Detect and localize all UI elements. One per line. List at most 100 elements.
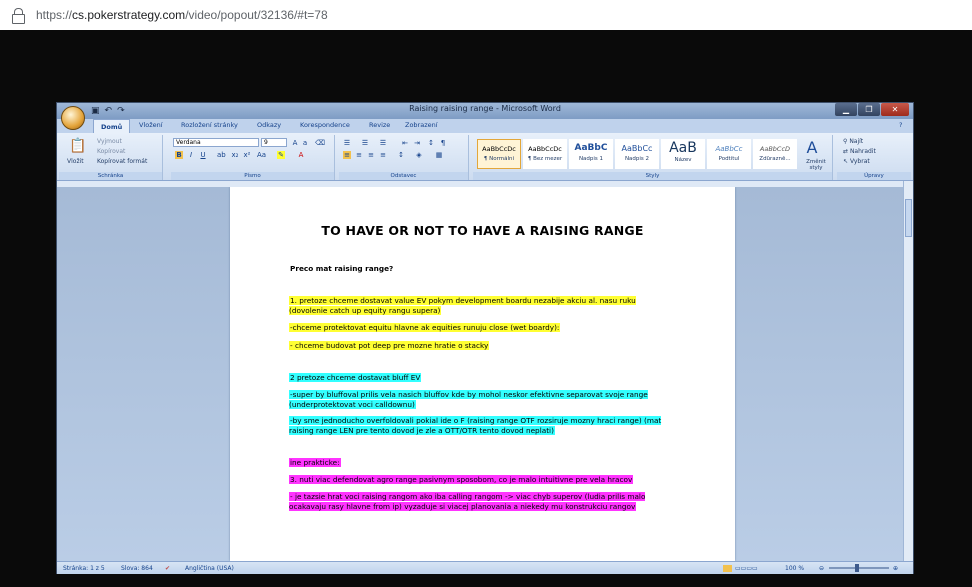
- close-button[interactable]: ✕: [881, 103, 909, 116]
- document-heading: Preco mat raising range?: [290, 264, 394, 273]
- paragraph: - chceme budovat pot deep pre mozne hrat…: [289, 341, 490, 350]
- select-button[interactable]: ↖ Vybrat: [843, 158, 870, 165]
- tab-mailings[interactable]: Korespondence: [300, 121, 350, 129]
- superscript-icon[interactable]: x²: [243, 151, 251, 159]
- language[interactable]: Angličtina (USA): [185, 565, 234, 572]
- tab-review[interactable]: Revize: [369, 121, 390, 129]
- document-workspace: TO HAVE OR NOT TO HAVE A RAISING RANGE P…: [57, 187, 903, 561]
- document-page[interactable]: TO HAVE OR NOT TO HAVE A RAISING RANGE P…: [230, 187, 735, 561]
- zoom-in-icon[interactable]: ⊕: [893, 565, 898, 572]
- justify-icon[interactable]: ≡: [379, 151, 387, 159]
- bold-button[interactable]: B: [175, 151, 183, 159]
- paragraph: ine prakticke:: [289, 458, 341, 467]
- tab-home[interactable]: Domů: [93, 119, 131, 133]
- address-bar[interactable]: https://cs.pokerstrategy.com/video/popou…: [0, 0, 972, 30]
- group-editing: ⚲ Najít ⇄ Nahradit ↖ Vybrat Úpravy: [837, 135, 911, 180]
- subscript-icon[interactable]: x₂: [231, 151, 239, 159]
- font-color-icon[interactable]: A: [297, 151, 305, 159]
- tab-insert[interactable]: Vložení: [139, 121, 163, 129]
- shrink-font-icon[interactable]: a: [301, 139, 309, 147]
- find-button[interactable]: ⚲ Najít: [843, 138, 863, 145]
- group-label: Úpravy: [837, 172, 911, 180]
- maximize-button[interactable]: ❐: [858, 103, 880, 116]
- highlight-icon[interactable]: ✎: [277, 151, 285, 159]
- group-font: Verdana 9 A a ⌫ B I U ab x₂ x² Aa ✎ A Pí…: [171, 135, 335, 180]
- cursor-icon: ↖: [843, 158, 850, 165]
- paste-icon[interactable]: 📋: [69, 138, 86, 154]
- paragraph: 2 pretoze chceme dostavat bluff EV: [289, 373, 422, 382]
- style-heading-1[interactable]: AaBbC Nadpis 1: [569, 139, 613, 169]
- cut-button[interactable]: Vyjmout: [97, 138, 122, 145]
- numbering-icon[interactable]: ☰: [361, 139, 369, 147]
- minimize-button[interactable]: ▁: [835, 103, 857, 116]
- paragraph: 1. pretoze chceme dostavat value EV poky…: [289, 296, 636, 315]
- group-paragraph: ☰ ☰ ☰ ⇤ ⇥ ↕ ¶ ≡ ≡ ≡ ≡ ↕ ◈ ▦ Odstavec: [339, 135, 469, 180]
- tab-page-layout[interactable]: Rozložení stránky: [181, 121, 238, 129]
- group-clipboard: 📋 Vložit Vyjmout Kopírovat Kopírovat for…: [59, 135, 163, 180]
- style-subtitle[interactable]: AaBbCc Podtitul: [707, 139, 751, 169]
- grow-font-icon[interactable]: A: [291, 139, 299, 147]
- clear-format-icon[interactable]: ⌫: [315, 139, 325, 147]
- shading-icon[interactable]: ◈: [415, 151, 423, 159]
- style-no-spacing[interactable]: AaBbCcDc ¶ Bez mezer: [523, 139, 567, 169]
- italic-button[interactable]: I: [187, 151, 195, 159]
- tab-references[interactable]: Odkazy: [257, 121, 281, 129]
- align-right-icon[interactable]: ≡: [367, 151, 375, 159]
- view-buttons[interactable]: ▭▭▭▭: [735, 565, 758, 572]
- borders-icon[interactable]: ▦: [435, 151, 443, 159]
- align-center-icon[interactable]: ≡: [355, 151, 363, 159]
- title-bar: Raising raising range - Microsoft Word ▁…: [57, 103, 913, 119]
- format-painter-button[interactable]: Kopírovat formát: [97, 158, 147, 165]
- group-label: Schránka: [59, 172, 162, 180]
- video-player[interactable]: ▣ ↶ ↷ Raising raising range - Microsoft …: [0, 30, 972, 587]
- proofing-icon[interactable]: ✔: [165, 565, 170, 572]
- bullets-icon[interactable]: ☰: [343, 139, 351, 147]
- help-icon[interactable]: ?: [899, 121, 902, 129]
- redo-icon[interactable]: ↷: [117, 106, 125, 116]
- style-heading-2[interactable]: AaBbCc Nadpis 2: [615, 139, 659, 169]
- line-spacing-icon[interactable]: ↕: [397, 151, 405, 159]
- url-host: cs.pokerstrategy.com: [72, 8, 186, 22]
- sort-icon[interactable]: ↕: [427, 139, 435, 147]
- print-layout-icon[interactable]: [723, 565, 732, 572]
- zoom-out-icon[interactable]: ⊖: [819, 565, 824, 572]
- tab-view[interactable]: Zobrazení: [405, 121, 438, 129]
- style-normal[interactable]: AaBbCcDc ¶ Normální: [477, 139, 521, 169]
- zoom-level[interactable]: 100 %: [785, 565, 804, 572]
- paragraph: -by sme jednoducho overfoldovali pokial …: [289, 416, 662, 435]
- office-button[interactable]: [61, 106, 85, 130]
- word-window: ▣ ↶ ↷ Raising raising range - Microsoft …: [56, 102, 914, 574]
- decrease-indent-icon[interactable]: ⇤: [401, 139, 409, 147]
- increase-indent-icon[interactable]: ⇥: [413, 139, 421, 147]
- ribbon-tabs: Domů Vložení Rozložení stránky Odkazy Ko…: [57, 119, 913, 133]
- multilevel-list-icon[interactable]: ☰: [379, 139, 387, 147]
- copy-button[interactable]: Kopírovat: [97, 148, 125, 155]
- pilcrow-icon[interactable]: ¶: [439, 139, 447, 147]
- style-emphasis[interactable]: AaBbCcD Zdůrazně...: [753, 139, 797, 169]
- strikethrough-icon[interactable]: ab: [217, 151, 226, 159]
- paste-button[interactable]: Vložit: [67, 158, 84, 165]
- change-styles-button[interactable]: Změnit styly: [803, 159, 829, 171]
- group-label: Odstavec: [339, 172, 468, 180]
- replace-icon: ⇄: [843, 148, 850, 155]
- font-size-field[interactable]: 9: [261, 138, 287, 147]
- vertical-scrollbar[interactable]: [903, 181, 913, 561]
- font-name-field[interactable]: Verdana: [173, 138, 259, 147]
- zoom-slider-knob[interactable]: [855, 564, 859, 572]
- scrollbar-thumb[interactable]: [905, 199, 912, 237]
- change-case-icon[interactable]: Aa: [257, 151, 266, 159]
- undo-icon[interactable]: ↶: [105, 106, 113, 116]
- align-left-icon[interactable]: ≡: [343, 151, 351, 159]
- zoom-slider[interactable]: [829, 564, 889, 572]
- ribbon: 📋 Vložit Vyjmout Kopírovat Kopírovat for…: [57, 133, 913, 181]
- url-path: /video/popout/32136/#t=78: [185, 8, 328, 22]
- word-count[interactable]: Slova: 864: [121, 565, 153, 572]
- replace-button[interactable]: ⇄ Nahradit: [843, 148, 876, 155]
- underline-button[interactable]: U: [199, 151, 207, 159]
- page-count[interactable]: Stránka: 1 z 5: [63, 565, 105, 572]
- style-title[interactable]: AaB Název: [661, 139, 705, 169]
- save-icon[interactable]: ▣: [91, 106, 100, 116]
- lock-icon: [10, 7, 26, 24]
- change-styles-icon[interactable]: A: [803, 139, 821, 157]
- group-styles: AaBbCcDc ¶ Normální AaBbCcDc ¶ Bez mezer A…: [473, 135, 833, 180]
